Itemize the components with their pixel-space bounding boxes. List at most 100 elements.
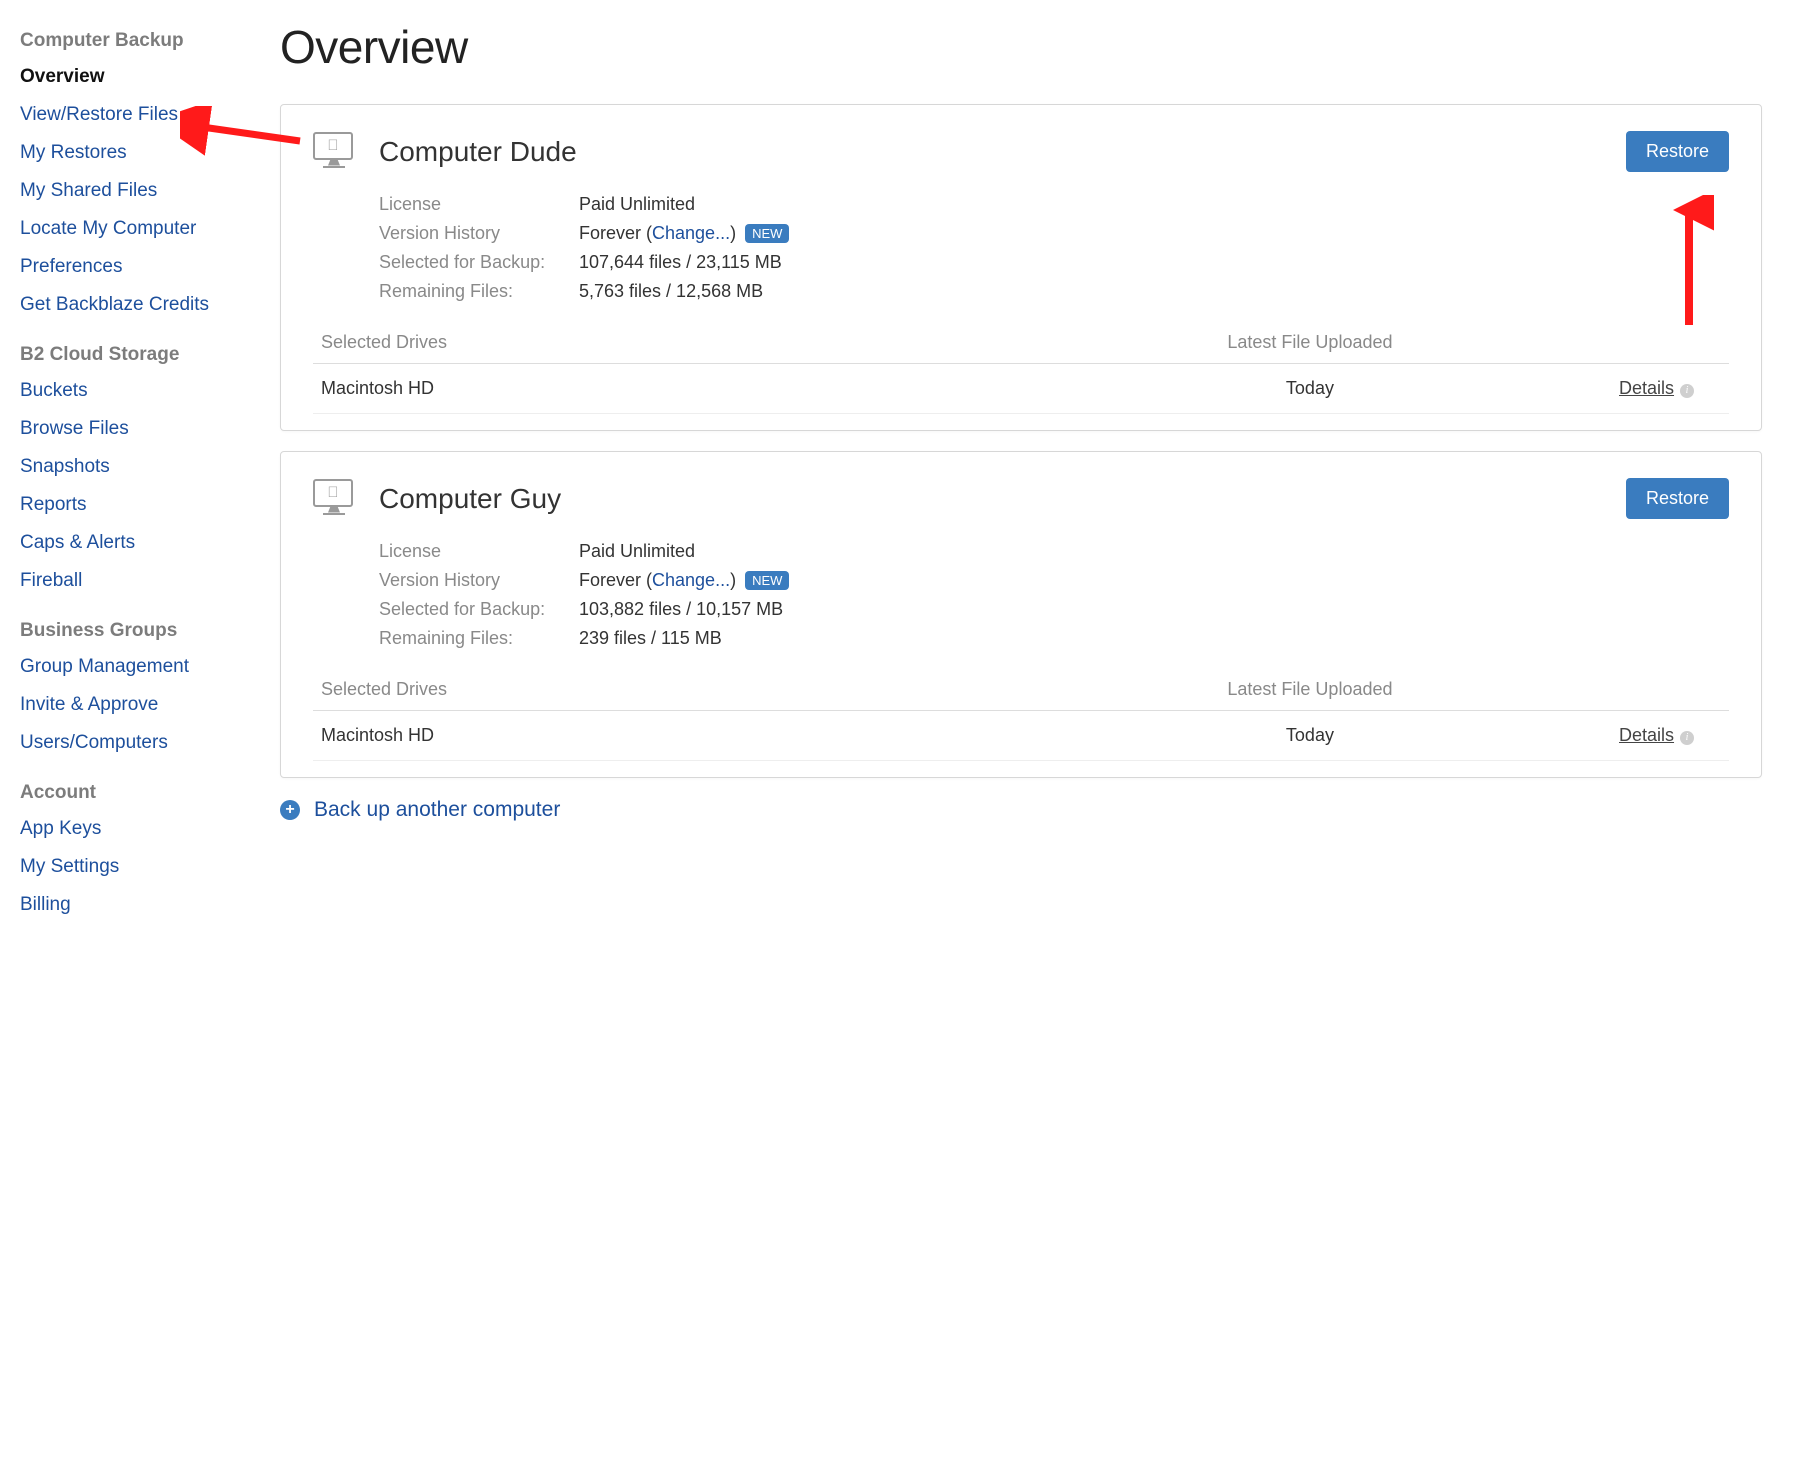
value-license: Paid Unlimited bbox=[579, 541, 1729, 562]
computer-name: Computer Guy bbox=[379, 483, 561, 515]
sidebar-item-label: Locate My Computer bbox=[20, 218, 196, 239]
label-version-history: Version History bbox=[379, 570, 579, 591]
version-history-text: Forever bbox=[579, 570, 641, 590]
value-selected: 103,882 files / 10,157 MB bbox=[579, 599, 1729, 620]
drives-header: Selected Drives Latest File Uploaded bbox=[313, 332, 1729, 364]
plus-circle-icon: + bbox=[280, 800, 300, 820]
sidebar-item-label: Overview bbox=[20, 66, 105, 87]
details-link[interactable]: Details bbox=[1619, 378, 1674, 398]
sidebar-item-fireball[interactable]: Fireball bbox=[20, 570, 280, 592]
info-icon[interactable]: i bbox=[1680, 384, 1694, 398]
sidebar-section-computer-backup: Computer Backup bbox=[20, 30, 280, 52]
value-version-history: Forever (Change...) NEW bbox=[579, 570, 1729, 591]
sidebar-item-overview[interactable]: Overview bbox=[20, 66, 280, 88]
sidebar-item-buckets[interactable]: Buckets bbox=[20, 380, 280, 402]
change-link[interactable]: Change... bbox=[652, 223, 730, 243]
new-badge: NEW bbox=[745, 224, 789, 243]
sidebar-item-label: Reports bbox=[20, 494, 87, 515]
drive-uploaded: Today bbox=[1001, 725, 1619, 746]
sidebar-item-label: App Keys bbox=[20, 818, 101, 839]
sidebar-item-label: Preferences bbox=[20, 256, 122, 277]
sidebar-item-label: Users/Computers bbox=[20, 732, 168, 753]
value-version-history: Forever (Change...) NEW bbox=[579, 223, 1729, 244]
sidebar-item-snapshots[interactable]: Snapshots bbox=[20, 456, 280, 478]
label-remaining: Remaining Files: bbox=[379, 281, 579, 302]
sidebar-item-label: Group Management bbox=[20, 656, 189, 677]
backup-another-link[interactable]: + Back up another computer bbox=[280, 798, 1762, 822]
sidebar-item-label: Fireball bbox=[20, 570, 82, 591]
drive-name: Macintosh HD bbox=[321, 725, 1001, 746]
sidebar-item-label: Billing bbox=[20, 894, 71, 915]
card-header:  Computer Dude Restore bbox=[313, 131, 1729, 172]
col-drives: Selected Drives bbox=[321, 332, 1001, 353]
restore-button[interactable]: Restore bbox=[1626, 478, 1729, 519]
version-history-text: Forever bbox=[579, 223, 641, 243]
apple-icon:  bbox=[327, 138, 338, 153]
details-link[interactable]: Details bbox=[1619, 725, 1674, 745]
new-badge: NEW bbox=[745, 571, 789, 590]
sidebar-item-label: Get Backblaze Credits bbox=[20, 294, 209, 315]
sidebar-item-group-mgmt[interactable]: Group Management bbox=[20, 656, 280, 678]
computer-card:  Computer Dude Restore License Paid Unl… bbox=[280, 104, 1762, 431]
computer-name: Computer Dude bbox=[379, 136, 577, 168]
backup-another-label: Back up another computer bbox=[314, 798, 560, 822]
change-link[interactable]: Change... bbox=[652, 570, 730, 590]
computer-card:  Computer Guy Restore License Paid Unli… bbox=[280, 451, 1762, 778]
sidebar: Computer Backup Overview View/Restore Fi… bbox=[20, 20, 280, 932]
col-upload: Latest File Uploaded bbox=[1001, 679, 1619, 700]
sidebar-item-credits[interactable]: Get Backblaze Credits bbox=[20, 294, 280, 316]
label-version-history: Version History bbox=[379, 223, 579, 244]
sidebar-item-locate-computer[interactable]: Locate My Computer bbox=[20, 218, 280, 240]
sidebar-item-caps-alerts[interactable]: Caps & Alerts bbox=[20, 532, 280, 554]
sidebar-item-invite-approve[interactable]: Invite & Approve bbox=[20, 694, 280, 716]
label-selected: Selected for Backup: bbox=[379, 252, 579, 273]
drive-row: Macintosh HD Today Details i bbox=[313, 364, 1729, 414]
col-upload: Latest File Uploaded bbox=[1001, 332, 1619, 353]
label-license: License bbox=[379, 541, 579, 562]
col-drives: Selected Drives bbox=[321, 679, 1001, 700]
page-title: Overview bbox=[280, 20, 1762, 74]
sidebar-item-preferences[interactable]: Preferences bbox=[20, 256, 280, 278]
sidebar-item-app-keys[interactable]: App Keys bbox=[20, 818, 280, 840]
info-icon[interactable]: i bbox=[1680, 731, 1694, 745]
value-remaining: 5,763 files / 12,568 MB bbox=[579, 281, 1729, 302]
restore-button[interactable]: Restore bbox=[1626, 131, 1729, 172]
sidebar-item-my-shared-files[interactable]: My Shared Files bbox=[20, 180, 280, 202]
computer-icon:  bbox=[313, 132, 355, 172]
sidebar-item-label: Snapshots bbox=[20, 456, 110, 477]
label-selected: Selected for Backup: bbox=[379, 599, 579, 620]
sidebar-item-label: Buckets bbox=[20, 380, 88, 401]
computer-info: License Paid Unlimited Version History F… bbox=[379, 194, 1729, 302]
value-selected: 107,644 files / 23,115 MB bbox=[579, 252, 1729, 273]
card-header:  Computer Guy Restore bbox=[313, 478, 1729, 519]
sidebar-item-my-settings[interactable]: My Settings bbox=[20, 856, 280, 878]
sidebar-item-label: My Shared Files bbox=[20, 180, 157, 201]
sidebar-item-view-restore[interactable]: View/Restore Files bbox=[20, 104, 280, 126]
drives-header: Selected Drives Latest File Uploaded bbox=[313, 679, 1729, 711]
apple-icon:  bbox=[327, 485, 338, 500]
sidebar-section-b2: B2 Cloud Storage bbox=[20, 344, 280, 366]
sidebar-item-browse-files[interactable]: Browse Files bbox=[20, 418, 280, 440]
sidebar-item-reports[interactable]: Reports bbox=[20, 494, 280, 516]
sidebar-item-billing[interactable]: Billing bbox=[20, 894, 280, 916]
sidebar-section-business: Business Groups bbox=[20, 620, 280, 642]
value-license: Paid Unlimited bbox=[579, 194, 1729, 215]
label-remaining: Remaining Files: bbox=[379, 628, 579, 649]
computer-info: License Paid Unlimited Version History F… bbox=[379, 541, 1729, 649]
sidebar-item-label: Caps & Alerts bbox=[20, 532, 135, 553]
drive-uploaded: Today bbox=[1001, 378, 1619, 399]
computer-icon:  bbox=[313, 479, 355, 519]
sidebar-item-label: Browse Files bbox=[20, 418, 129, 439]
sidebar-item-label: My Settings bbox=[20, 856, 119, 877]
sidebar-item-label: Invite & Approve bbox=[20, 694, 158, 715]
value-remaining: 239 files / 115 MB bbox=[579, 628, 1729, 649]
sidebar-section-account: Account bbox=[20, 782, 280, 804]
sidebar-item-users-computers[interactable]: Users/Computers bbox=[20, 732, 280, 754]
label-license: License bbox=[379, 194, 579, 215]
drive-row: Macintosh HD Today Details i bbox=[313, 711, 1729, 761]
drive-name: Macintosh HD bbox=[321, 378, 1001, 399]
sidebar-item-label: My Restores bbox=[20, 142, 127, 163]
sidebar-item-my-restores[interactable]: My Restores bbox=[20, 142, 280, 164]
sidebar-item-label: View/Restore Files bbox=[20, 104, 178, 125]
main-content: Overview  Computer Dude Restore License… bbox=[280, 20, 1762, 932]
